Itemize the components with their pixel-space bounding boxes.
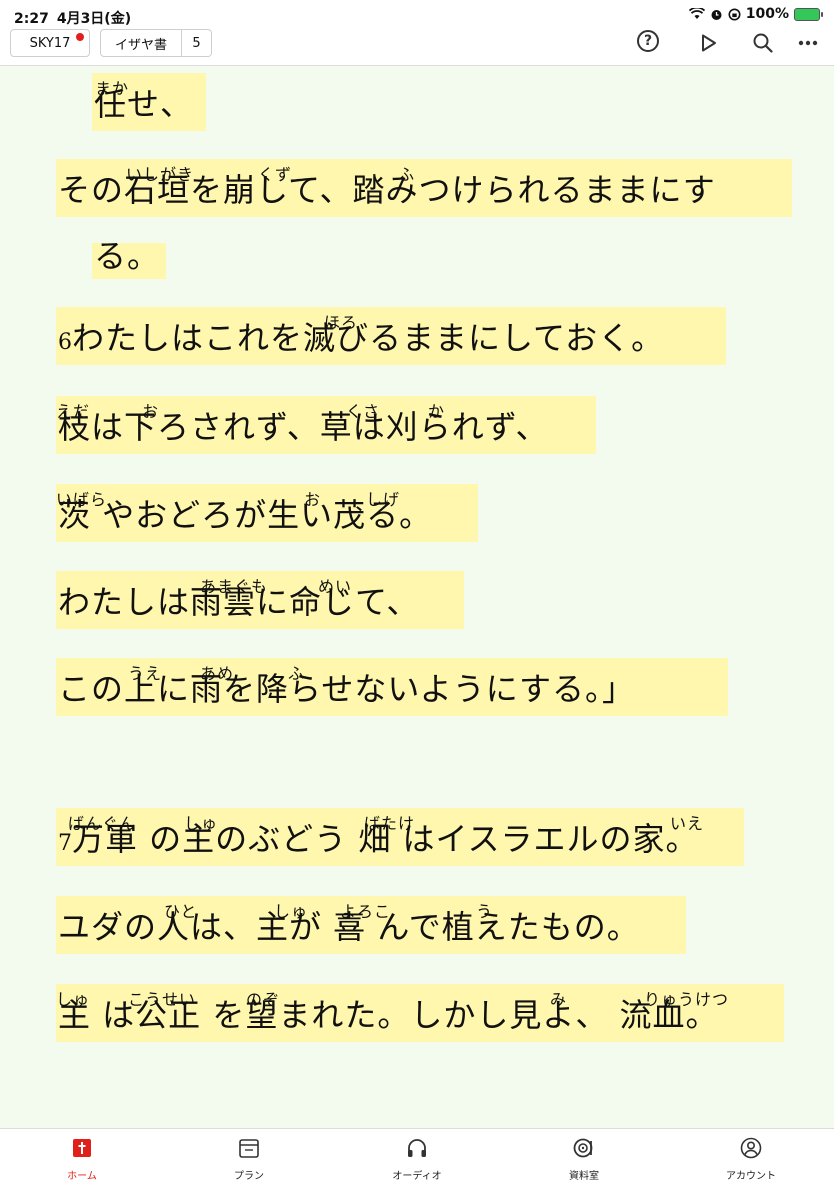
- headphones-icon: [408, 1139, 426, 1157]
- verse-line[interactable]: あまぐも めい わたしは雨雲に命じて、: [56, 571, 464, 629]
- verse-text: 茨 やおどろが生い茂る。: [58, 496, 433, 534]
- verse-line[interactable]: ほろ 6わたしはこれを滅びるままにしておく。: [56, 307, 726, 365]
- more-icon[interactable]: [795, 30, 821, 56]
- tab-label: 資料室: [569, 1171, 599, 1182]
- verse-text: この上に雨を降らせないようにする。」: [58, 670, 636, 708]
- verse-line[interactable]: ばんぐん しゅ ばたけ いえ 7万軍 の主のぶどう 畑 はイスラエルの家。: [56, 808, 744, 866]
- verse-text: 6わたしはこれを滅びるままにしておく。: [58, 313, 664, 359]
- status-time: 2:27: [14, 11, 49, 27]
- tab-audio[interactable]: オーディオ: [357, 1137, 477, 1182]
- verse-text: 7万軍 の主のぶどう 畑 はイスラエルの家。: [58, 814, 699, 860]
- chapter-selector[interactable]: 5: [182, 29, 212, 57]
- book-label: イザヤ書: [114, 37, 167, 53]
- tab-label: オーディオ: [392, 1171, 442, 1182]
- notification-dot: [76, 33, 84, 41]
- verse-text: る。: [94, 237, 161, 275]
- verse-text-body: 万軍 の主のぶどう 畑 はイスラエルの家。: [72, 820, 699, 858]
- verse-line[interactable]: まか 任せ、: [92, 73, 206, 131]
- tab-account[interactable]: アカウント: [691, 1137, 811, 1182]
- version-label: SKY17: [29, 35, 71, 51]
- verse-number: 6: [58, 330, 72, 355]
- verse-text: 任せ、: [94, 85, 194, 123]
- book-selector[interactable]: イザヤ書: [100, 29, 182, 57]
- verse-line[interactable]: ひと しゅ よろこ う ユダの人は、主が 喜 んで植えたもの。: [56, 896, 686, 954]
- bottom-tab-bar: ホーム プラン オーディオ 資料室 アカウント: [0, 1128, 834, 1200]
- wifi-icon: [688, 8, 705, 19]
- battery-charging-icon: [794, 7, 823, 21]
- verse-number: 7: [58, 831, 72, 856]
- help-icon[interactable]: ?: [637, 30, 659, 52]
- verse-text: 主 は公正 を望まれた。しかし見よ、 流血。: [58, 996, 719, 1034]
- bible-reader[interactable]: まか 任せ、 いしがき くず ふ その石垣を崩して、踏みつけられるままにす る。…: [0, 66, 834, 1128]
- library-icon: [573, 1138, 593, 1158]
- tab-home[interactable]: ホーム: [22, 1137, 142, 1182]
- tab-library[interactable]: 資料室: [524, 1137, 644, 1182]
- verse-line[interactable]: いしがき くず ふ その石垣を崩して、踏みつけられるままにす: [56, 159, 792, 217]
- verse-text: その石垣を崩して、踏みつけられるままにす: [58, 171, 716, 209]
- verse-line[interactable]: いばら お しげ 茨 やおどろが生い茂る。: [56, 484, 478, 542]
- verse-text-body: わたしはこれを滅びるままにしておく。: [72, 319, 665, 357]
- verse-line[interactable]: えだ お くさ か 枝は下ろされず、草は刈られず、: [56, 396, 596, 454]
- top-bar: 2:27 4月3日(金) 100% SKY17 イザヤ書 5 ?: [0, 0, 834, 66]
- alarm-icon: [711, 9, 722, 20]
- calendar-icon: [239, 1139, 259, 1158]
- tab-plan[interactable]: プラン: [189, 1137, 309, 1182]
- verse-text: わたしは雨雲に命じて、: [58, 583, 420, 621]
- account-icon: [740, 1137, 762, 1159]
- verse-text: 枝は下ろされず、草は刈られず、: [58, 408, 549, 446]
- chapter-label: 5: [192, 35, 201, 51]
- search-icon[interactable]: [750, 30, 776, 56]
- version-selector[interactable]: SKY17: [10, 29, 90, 57]
- status-date: 4月3日(金): [56, 11, 132, 27]
- status-bar-right: 100%: [688, 6, 823, 22]
- verse-text: ユダの人は、主が 喜 んで植えたもの。: [58, 908, 640, 946]
- play-icon[interactable]: [696, 30, 722, 56]
- verse-line[interactable]: うえ あめ ふ この上に雨を降らせないようにする。」: [56, 658, 728, 716]
- home-book-icon: [73, 1139, 91, 1157]
- tab-label: プラン: [234, 1171, 264, 1182]
- tab-label: ホーム: [67, 1171, 97, 1182]
- tab-label: アカウント: [726, 1171, 776, 1182]
- verse-line[interactable]: しゅ こうせい のぞ み りゅうけつ 主 は公正 を望まれた。しかし見よ、 流血…: [56, 984, 784, 1042]
- verse-line[interactable]: る。: [92, 237, 166, 279]
- orientation-lock-icon: [728, 8, 741, 20]
- status-bar-left: 2:27 4月3日(金): [14, 8, 131, 28]
- battery-percent: 100%: [745, 6, 789, 22]
